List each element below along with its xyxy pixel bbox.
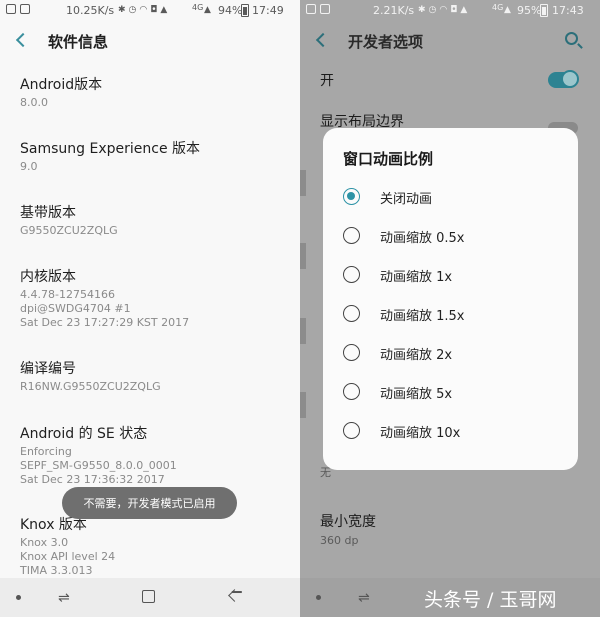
radio-icon[interactable] [343, 227, 360, 244]
list-edge-hint [300, 170, 306, 196]
knox-version-item[interactable]: Knox 版本 Knox 3.0 Knox API level 24 TIMA … [20, 516, 290, 578]
nav-dot-icon [16, 595, 21, 600]
radio-icon[interactable] [343, 422, 360, 439]
list-edge-hint [300, 318, 306, 344]
list-edge-hint [300, 392, 306, 418]
radio-icon[interactable] [343, 266, 360, 283]
option-scale-5x[interactable]: 动画缩放 5x [343, 376, 568, 406]
developer-master-switch-row[interactable]: 开 [320, 72, 334, 90]
battery-icon [241, 4, 249, 17]
dialog-title: 窗口动画比例 [343, 150, 434, 168]
status-bar: 10.25K/s ✱ ◷ ◠ ◘ ▲ 4G ▲ 94% 17:49 [0, 0, 300, 22]
radio-icon[interactable] [343, 344, 360, 361]
battery-percent: 95% [517, 4, 542, 17]
se-status-item[interactable]: Android 的 SE 状态 Enforcing SEPF_SM-G9550_… [20, 425, 290, 487]
recent-apps-icon[interactable]: ⇌ [58, 591, 70, 605]
samsung-experience-item[interactable]: Samsung Experience 版本 9.0 [20, 140, 290, 174]
network-speed: 10.25K/s [66, 4, 115, 17]
kernel-version-item[interactable]: 内核版本 4.4.78-12754166 dpi@SWDG4704 #1 Sat… [20, 268, 290, 330]
signal-icon: ▲ [460, 5, 468, 15]
battery-icon [540, 4, 548, 17]
option-scale-1-5x[interactable]: 动画缩放 1.5x [343, 298, 568, 328]
network-type: 4G [192, 3, 204, 12]
toast-message: 不需要，开发者模式已启用 [62, 487, 237, 519]
recent-apps-icon[interactable]: ⇌ [358, 591, 370, 605]
option-scale-1x[interactable]: 动画缩放 1x [343, 259, 568, 289]
home-icon[interactable] [142, 590, 155, 603]
build-number-item[interactable]: 编译编号 R16NW.G9550ZCU2ZQLG [20, 360, 290, 394]
battery-percent: 94% [218, 4, 243, 17]
search-icon[interactable] [565, 32, 578, 45]
watermark: 头条号 / 玉哥网 [424, 589, 557, 611]
android-version-item[interactable]: Android版本 8.0.0 [20, 76, 290, 110]
list-edge-hint [300, 243, 306, 269]
bluetooth-icon: ✱ [418, 5, 426, 15]
software-info-screen: 10.25K/s ✱ ◷ ◠ ◘ ▲ 4G ▲ 94% 17:49 软件信息 A… [0, 0, 300, 617]
nav-dot-icon [316, 595, 321, 600]
app-bar: 开发者选项 [300, 22, 600, 62]
radio-icon[interactable] [343, 305, 360, 322]
minimum-width-row[interactable]: 最小宽度 360 dp [320, 513, 376, 548]
gallery-icon [20, 4, 30, 14]
gallery-icon [320, 4, 330, 14]
radio-icon[interactable] [343, 383, 360, 400]
wifi-icon: ◠ [139, 5, 148, 15]
back-arrow-icon[interactable] [15, 32, 31, 48]
developer-options-toggle[interactable] [548, 70, 579, 88]
network-speed: 2.21K/s [373, 4, 415, 17]
baseband-version-item[interactable]: 基带版本 G9550ZCU2ZQLG [20, 204, 290, 238]
toggle-knob [561, 70, 579, 88]
alarm-icon: ◷ [428, 5, 437, 15]
page-title: 软件信息 [48, 33, 109, 51]
status-bar: 2.21K/s ✱ ◷ ◠ ◘ ▲ 4G ▲ 95% 17:43 [300, 0, 600, 22]
signal-bars-icon: ▲ [204, 5, 211, 15]
notification-icon [306, 4, 316, 14]
option-scale-10x[interactable]: 动画缩放 10x [343, 415, 568, 445]
nfc-icon: ◘ [150, 5, 158, 15]
signal-icon: ▲ [160, 5, 168, 15]
clock: 17:49 [252, 4, 284, 17]
nfc-icon: ◘ [450, 5, 458, 15]
notification-icon [6, 4, 16, 14]
option-scale-0-5x[interactable]: 动画缩放 0.5x [343, 220, 568, 250]
clock: 17:43 [552, 4, 584, 17]
wifi-icon: ◠ [439, 5, 448, 15]
option-animation-off[interactable]: 关闭动画 [343, 181, 568, 211]
alarm-icon: ◷ [128, 5, 137, 15]
back-arrow-icon[interactable] [315, 32, 331, 48]
window-animation-scale-dialog: 窗口动画比例 关闭动画 动画缩放 0.5x 动画缩放 1x 动画缩放 1.5x … [323, 128, 578, 470]
network-type: 4G [492, 3, 504, 12]
app-bar: 软件信息 [0, 22, 300, 62]
page-title: 开发者选项 [348, 33, 424, 51]
back-icon[interactable] [228, 589, 241, 602]
bluetooth-icon: ✱ [118, 5, 126, 15]
navigation-bar: ⇌ [0, 578, 300, 617]
option-scale-2x[interactable]: 动画缩放 2x [343, 337, 568, 367]
signal-bars-icon: ▲ [504, 5, 511, 15]
radio-selected-icon[interactable] [343, 188, 360, 205]
